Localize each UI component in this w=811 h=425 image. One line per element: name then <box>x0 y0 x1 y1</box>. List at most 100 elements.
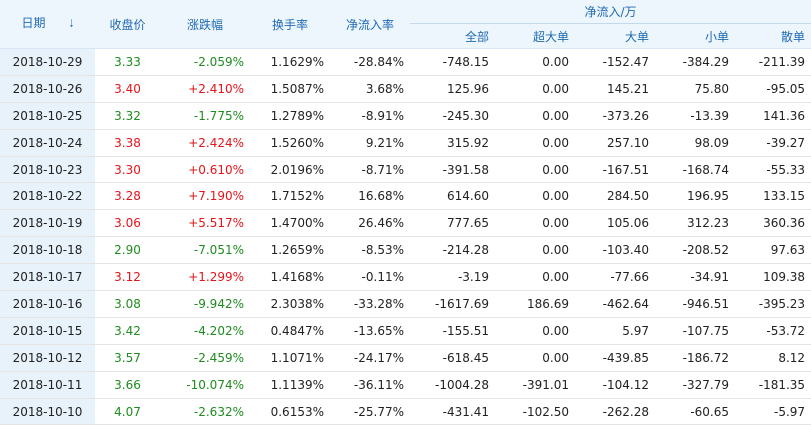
cell-turnover: 2.0196% <box>250 156 330 184</box>
header-close[interactable]: 收盘价 <box>95 0 160 49</box>
table-row[interactable]: 2018-10-15 3.42 -4.202% 0.4847% -13.65% -155.… <box>0 317 811 345</box>
cell-turnover: 1.4700% <box>250 209 330 238</box>
cell-retail: 109.38 <box>735 263 811 292</box>
cell-super-large: 0.00 <box>495 344 575 372</box>
cell-large: -373.26 <box>575 102 655 130</box>
header-date-label: 日期 <box>21 16 46 30</box>
cell-super-large: 0.00 <box>495 156 575 184</box>
cell-turnover: 1.5260% <box>250 129 330 157</box>
cell-net-ratio: 26.46% <box>330 209 410 238</box>
cell-close: 3.42 <box>95 317 160 345</box>
header-net-ratio[interactable]: 净流入率 <box>330 0 410 49</box>
cell-change: +2.410% <box>160 75 250 103</box>
cell-retail: -181.35 <box>735 371 811 399</box>
table-row[interactable]: 2018-10-12 3.57 -2.459% 1.1071% -24.17% -618.… <box>0 344 811 372</box>
cell-close: 3.57 <box>95 344 160 372</box>
cell-change: -1.775% <box>160 102 250 130</box>
cell-large: -152.47 <box>575 48 655 76</box>
cell-turnover: 2.3038% <box>250 290 330 318</box>
table-row[interactable]: 2018-10-11 3.66 -10.074% 1.1139% -36.11% -100… <box>0 371 811 399</box>
cell-retail: 360.36 <box>735 209 811 238</box>
cell-date: 2018-10-25 <box>0 102 95 130</box>
header-date[interactable]: 日期 🠓 <box>0 0 95 49</box>
cell-date: 2018-10-10 <box>0 398 95 425</box>
header-large[interactable]: 大单 <box>575 23 655 49</box>
header-turnover[interactable]: 换手率 <box>250 0 330 49</box>
table-row[interactable]: 2018-10-17 3.12 +1.299% 1.4168% -0.11% -3.19 0… <box>0 263 811 292</box>
cell-turnover: 0.6153% <box>250 398 330 425</box>
cell-turnover: 1.1071% <box>250 344 330 372</box>
header-small[interactable]: 小单 <box>655 23 735 49</box>
cell-date: 2018-10-23 <box>0 156 95 184</box>
table-body: 2018-10-29 3.33 -2.059% 1.1629% -28.84% -748.… <box>0 48 811 425</box>
cell-super-large: 0.00 <box>495 236 575 265</box>
sort-down-arrow-icon[interactable]: 🠓 <box>70 15 74 34</box>
cell-date: 2018-10-17 <box>0 263 95 292</box>
cell-large: 5.97 <box>575 317 655 345</box>
cell-large: -262.28 <box>575 398 655 425</box>
header-total[interactable]: 全部 <box>410 23 495 49</box>
cell-small: -384.29 <box>655 48 735 76</box>
table-header: 日期 🠓 收盘价 涨跌幅 换手率 净流入率 净流入/万 全部 超大单 大单 小单 … <box>0 0 811 49</box>
cell-net-ratio: -0.11% <box>330 263 410 292</box>
cell-large: -77.66 <box>575 263 655 292</box>
cell-retail: -39.27 <box>735 129 811 157</box>
cell-small: -60.65 <box>655 398 735 425</box>
table-row[interactable]: 2018-10-25 3.32 -1.775% 1.2789% -8.91% -245.3… <box>0 102 811 130</box>
cell-small: -107.75 <box>655 317 735 345</box>
cell-turnover: 1.1629% <box>250 48 330 76</box>
cell-retail: 8.12 <box>735 344 811 372</box>
cell-total: -155.51 <box>410 317 495 345</box>
cell-total: -1617.69 <box>410 290 495 318</box>
cell-total: 614.60 <box>410 182 495 211</box>
header-super-large[interactable]: 超大单 <box>495 23 575 49</box>
cell-total: -1004.28 <box>410 371 495 399</box>
cell-close: 3.06 <box>95 209 160 238</box>
table-row[interactable]: 2018-10-26 3.40 +2.410% 1.5087% 3.68% 125.96 0… <box>0 75 811 103</box>
cell-net-ratio: -28.84% <box>330 48 410 76</box>
cell-super-large: 186.69 <box>495 290 575 318</box>
cell-net-ratio: -8.71% <box>330 156 410 184</box>
cell-change: +7.190% <box>160 182 250 211</box>
cell-close: 3.32 <box>95 102 160 130</box>
cell-close: 4.07 <box>95 398 160 425</box>
cell-super-large: 0.00 <box>495 209 575 238</box>
cell-retail: 97.63 <box>735 236 811 265</box>
cell-turnover: 1.2789% <box>250 102 330 130</box>
cell-close: 3.30 <box>95 156 160 184</box>
cell-total: -214.28 <box>410 236 495 265</box>
table-row[interactable]: 2018-10-18 2.90 -7.051% 1.2659% -8.53% -214.2… <box>0 236 811 265</box>
table-row[interactable]: 2018-10-24 3.38 +2.424% 1.5260% 9.21% 315.92 0… <box>0 129 811 157</box>
header-net-flow-group: 净流入/万 <box>410 0 811 24</box>
cell-change: -2.059% <box>160 48 250 76</box>
cell-date: 2018-10-29 <box>0 48 95 76</box>
cell-large: -103.40 <box>575 236 655 265</box>
table-row[interactable]: 2018-10-16 3.08 -9.942% 2.3038% -33.28% -1617… <box>0 290 811 318</box>
table-row[interactable]: 2018-10-22 3.28 +7.190% 1.7152% 16.68% 614.60… <box>0 182 811 211</box>
cell-net-ratio: -8.53% <box>330 236 410 265</box>
cell-super-large: 0.00 <box>495 317 575 345</box>
cell-close: 3.08 <box>95 290 160 318</box>
cell-large: 284.50 <box>575 182 655 211</box>
cell-close: 3.12 <box>95 263 160 292</box>
cell-date: 2018-10-16 <box>0 290 95 318</box>
cell-net-ratio: 9.21% <box>330 129 410 157</box>
table-row[interactable]: 2018-10-10 4.07 -2.632% 0.6153% -25.77% -431.… <box>0 398 811 425</box>
cell-net-ratio: -13.65% <box>330 317 410 345</box>
cell-close: 3.38 <box>95 129 160 157</box>
table-row[interactable]: 2018-10-29 3.33 -2.059% 1.1629% -28.84% -748.… <box>0 48 811 76</box>
cell-super-large: 0.00 <box>495 102 575 130</box>
cell-total: 125.96 <box>410 75 495 103</box>
table-row[interactable]: 2018-10-23 3.30 +0.610% 2.0196% -8.71% -391.5… <box>0 156 811 184</box>
cell-large: -104.12 <box>575 371 655 399</box>
table-row[interactable]: 2018-10-19 3.06 +5.517% 1.4700% 26.46% 777.65… <box>0 209 811 238</box>
cell-date: 2018-10-15 <box>0 317 95 345</box>
cell-change: -2.459% <box>160 344 250 372</box>
cell-large: -439.85 <box>575 344 655 372</box>
cell-small: -34.91 <box>655 263 735 292</box>
header-retail[interactable]: 散单 <box>735 23 811 49</box>
cell-turnover: 1.1139% <box>250 371 330 399</box>
cell-large: -167.51 <box>575 156 655 184</box>
cell-change: +1.299% <box>160 263 250 292</box>
header-change[interactable]: 涨跌幅 <box>160 0 250 49</box>
